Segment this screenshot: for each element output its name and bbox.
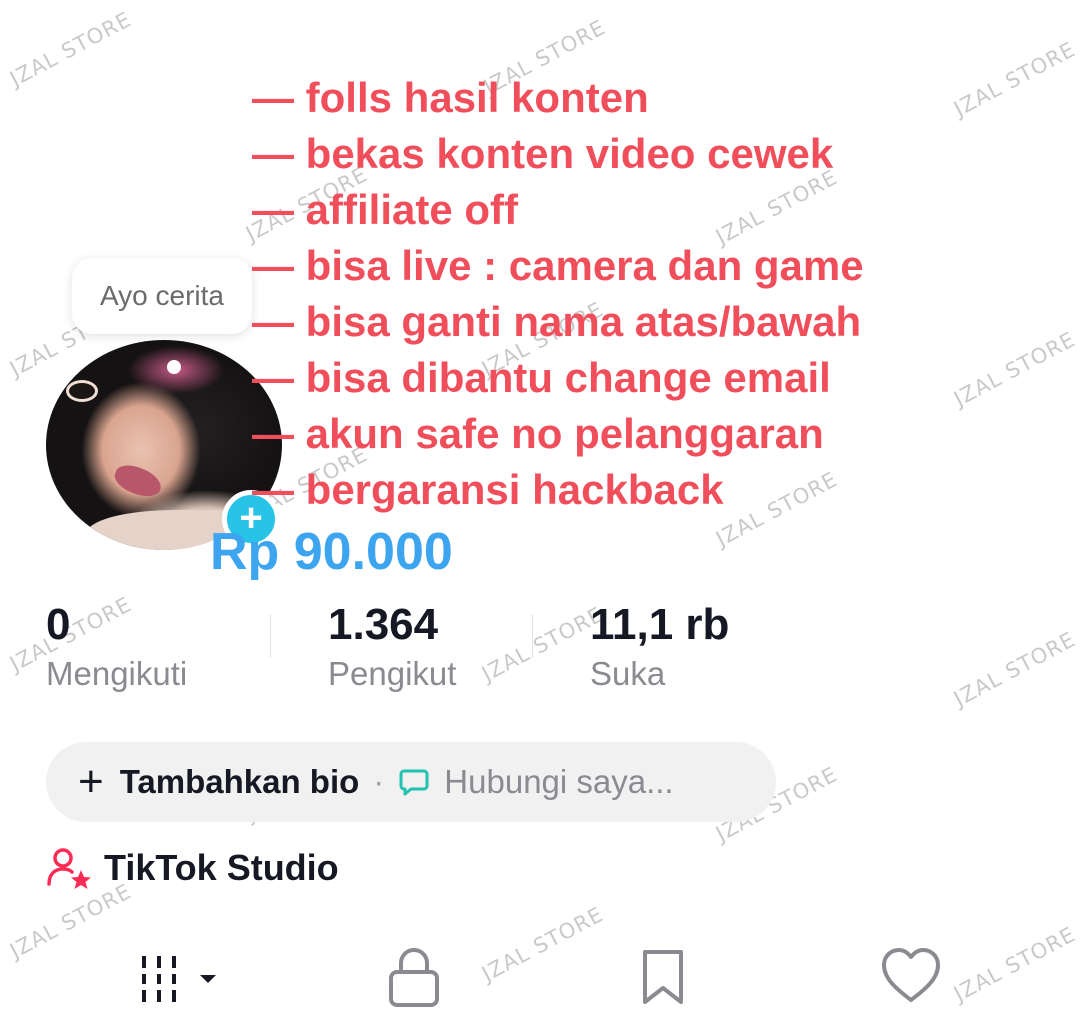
note-line: — bekas konten video cewek [252, 130, 834, 177]
note-line: — bisa ganti nama atas/bawah [252, 298, 862, 345]
note-line: — bisa live : camera dan game [252, 242, 864, 289]
likes-count: 11,1 rb [590, 600, 730, 649]
lock-icon [389, 948, 439, 1007]
story-prompt-text: Ayo cerita [100, 280, 224, 311]
tiktok-studio-link[interactable]: TikTok Studio [46, 846, 339, 890]
note-line: — affiliate off [252, 186, 519, 233]
following-stat[interactable]: 0 Mengikuti [46, 598, 187, 694]
watermark: JZAL STORE [478, 602, 608, 687]
bubble-tail [167, 360, 181, 374]
watermark: JZAL STORE [6, 7, 136, 92]
note-line: — folls hasil konten [252, 74, 649, 121]
watermark: JZAL STORE [950, 37, 1080, 122]
heart-icon [882, 948, 940, 1002]
private-tab[interactable] [388, 946, 440, 1013]
profile-tabs [0, 946, 1080, 1016]
price-label: Rp 90.000 [210, 523, 453, 581]
note-line: — bisa dibantu change email [252, 354, 831, 401]
followers-label: Pengikut [328, 655, 457, 692]
note-line: — akun safe no pelanggaran [252, 410, 824, 457]
grid-dropdown-icon [142, 956, 216, 1002]
user-star-icon [47, 848, 91, 889]
following-label: Mengikuti [46, 655, 188, 692]
avatar-photo-detail [66, 380, 98, 402]
avatar-photo-detail [111, 460, 165, 502]
contact-me-button[interactable]: Hubungi saya... [444, 763, 673, 801]
saved-tab[interactable] [640, 946, 686, 1013]
note-line: — bergaransi hackback [252, 466, 724, 513]
followers-count: 1.364 [328, 600, 439, 649]
stat-divider [532, 614, 533, 658]
likes-stat[interactable]: 11,1 rb Suka [590, 598, 729, 694]
likes-label: Suka [590, 655, 666, 692]
tiktok-studio-label: TikTok Studio [104, 847, 339, 888]
grid-tab[interactable] [140, 946, 220, 1011]
watermark: JZAL STORE [950, 327, 1080, 412]
followers-stat[interactable]: 1.364 Pengikut [328, 598, 456, 694]
following-count: 0 [46, 600, 71, 649]
separator-dot: · [373, 763, 385, 800]
chat-bubble-icon [399, 769, 429, 796]
plus-icon: + [78, 757, 104, 806]
stat-divider [270, 614, 271, 658]
bio-bar: + Tambahkan bio · Hubungi saya... [46, 742, 776, 822]
watermark: JZAL STORE [950, 627, 1080, 712]
bookmark-icon [643, 950, 683, 1004]
seller-notes: — folls hasil konten — bekas konten vide… [252, 70, 864, 518]
story-prompt-bubble[interactable]: Ayo cerita [72, 258, 252, 334]
liked-tab[interactable] [880, 946, 942, 1011]
add-bio-button[interactable]: Tambahkan bio [120, 763, 360, 801]
